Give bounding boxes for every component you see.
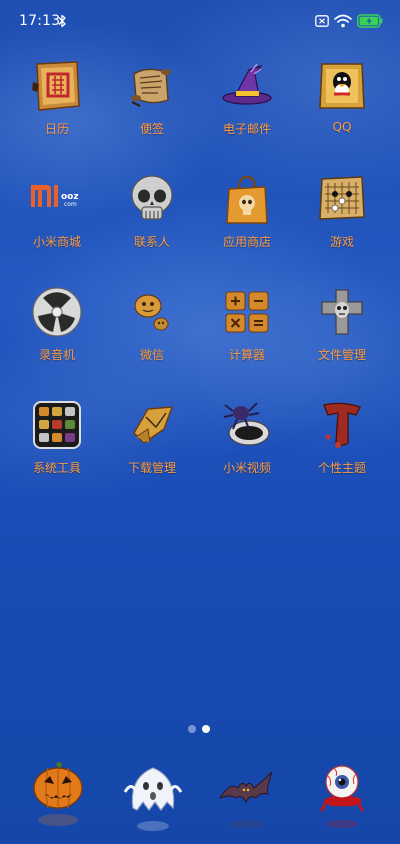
calendar-icon — [32, 61, 80, 111]
tombstone-icon — [321, 289, 363, 335]
app-label: 下载管理 — [127, 461, 176, 475]
app-label: 系统工具 — [32, 461, 81, 475]
qq-penguin-icon — [319, 63, 365, 109]
app-label: 文件管理 — [317, 348, 366, 362]
dock-app-3[interactable] — [216, 758, 276, 838]
app-label: QQ — [332, 120, 352, 134]
status-time: 17:13 — [19, 13, 61, 29]
eyeball-icon — [320, 765, 364, 828]
app-label: 电子邮件 — [222, 122, 271, 136]
app-label: 微信 — [139, 348, 164, 362]
dock-app-1[interactable] — [28, 758, 88, 838]
page-dot-2-active[interactable] — [202, 725, 210, 733]
bat-icon — [218, 771, 273, 828]
bloody-t-icon — [323, 402, 361, 448]
calculator-tiles-icon — [225, 291, 269, 333]
wifi-icon — [334, 14, 352, 28]
download-broken-icon — [133, 406, 174, 444]
status-bar: 17:13 — [0, 0, 400, 44]
app-label: 游戏 — [329, 235, 354, 249]
app-label: 应用商店 — [222, 235, 271, 249]
dock-app-2[interactable] — [123, 758, 183, 838]
jack-o-lantern-icon — [33, 762, 83, 826]
mi-store-icon: ooz com — [31, 185, 79, 208]
page-dot-1[interactable] — [188, 725, 196, 733]
app-label: 计算器 — [228, 348, 265, 362]
battery-charging-icon — [357, 14, 383, 28]
shopping-bag-icon — [226, 175, 268, 224]
tape-reel-icon — [32, 287, 82, 337]
pumpkin-chat-icon — [134, 294, 169, 331]
dock-app-4[interactable] — [312, 758, 372, 838]
page-indicator[interactable] — [186, 725, 214, 733]
app-label: 小米视频 — [222, 461, 271, 475]
app-label: 个性主题 — [317, 461, 366, 475]
notes-scroll-icon — [131, 68, 171, 107]
svg-text:com: com — [64, 201, 77, 208]
app-label: 联系人 — [133, 235, 170, 249]
app-label: 日历 — [44, 122, 69, 136]
game-board-icon — [319, 176, 365, 220]
witch-hat-icon — [222, 63, 272, 105]
skull-icon — [131, 175, 173, 220]
home-screen: 17:13 日历 便签 电子邮件 QQ ooz com 小米商城 联系人 应用商… — [0, 0, 400, 844]
spider-video-icon — [223, 402, 270, 446]
app-label: 小米商城 — [32, 235, 81, 249]
toolbox-icon — [33, 401, 81, 449]
sim-card-icon — [315, 15, 329, 27]
ghost-icon — [123, 767, 183, 831]
app-label: 录音机 — [38, 348, 75, 362]
bluetooth-icon — [58, 14, 66, 28]
app-label: 便签 — [139, 122, 164, 136]
